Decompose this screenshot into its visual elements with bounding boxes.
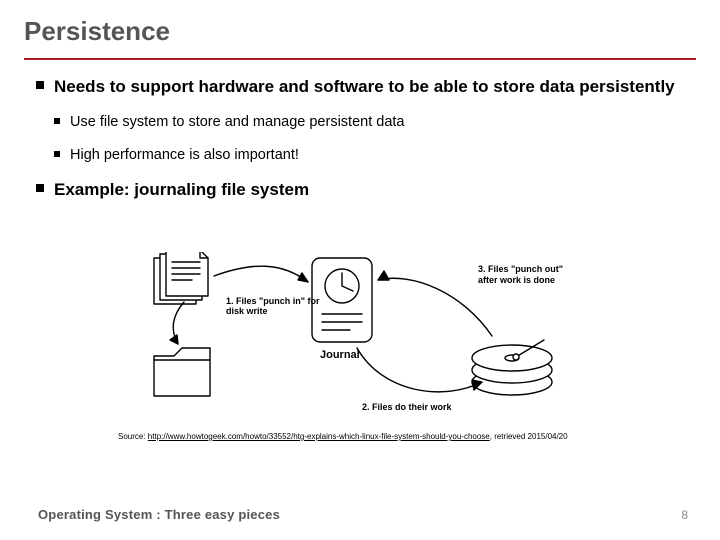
arrow-to-folder bbox=[170, 302, 184, 344]
bullet-level1: Example: journaling file system bbox=[36, 179, 684, 200]
diagram-label-3b: after work is done bbox=[478, 275, 555, 285]
footer-title: Operating System : Three easy pieces bbox=[38, 507, 280, 522]
source-citation: Source: http://www.howtogeek.com/howto/3… bbox=[118, 432, 568, 441]
content-area: Needs to support hardware and software t… bbox=[36, 76, 684, 210]
folder-icon bbox=[154, 348, 210, 396]
bullet-level1: Needs to support hardware and software t… bbox=[36, 76, 684, 97]
diagram-label-2: 2. Files do their work bbox=[362, 402, 452, 412]
source-prefix: Source: bbox=[118, 432, 148, 441]
page-title: Persistence bbox=[24, 16, 170, 47]
page-number: 8 bbox=[681, 508, 688, 522]
source-suffix: , retrieved 2015/04/20 bbox=[490, 432, 568, 441]
journaling-diagram: 1. Files "punch in" for disk write Journ… bbox=[152, 252, 582, 422]
source-link[interactable]: http://www.howtogeek.com/howto/33552/htg… bbox=[148, 432, 490, 441]
diagram-label-3a: 3. Files "punch out" bbox=[478, 264, 563, 274]
bullet-level2: High performance is also important! bbox=[54, 146, 684, 165]
arrow-punch-out bbox=[378, 271, 492, 336]
diagram-label-journal: Journal bbox=[320, 349, 360, 362]
slide: Persistence Needs to support hardware an… bbox=[0, 0, 720, 540]
disk-icon bbox=[472, 340, 552, 395]
documents-icon bbox=[154, 252, 208, 304]
bullet-level2: Use file system to store and manage pers… bbox=[54, 113, 684, 132]
title-rule bbox=[24, 58, 696, 60]
arrow-punch-in bbox=[214, 266, 308, 282]
diagram-label-1: 1. Files "punch in" for disk write bbox=[226, 296, 326, 317]
arrow-do-work bbox=[357, 348, 482, 392]
